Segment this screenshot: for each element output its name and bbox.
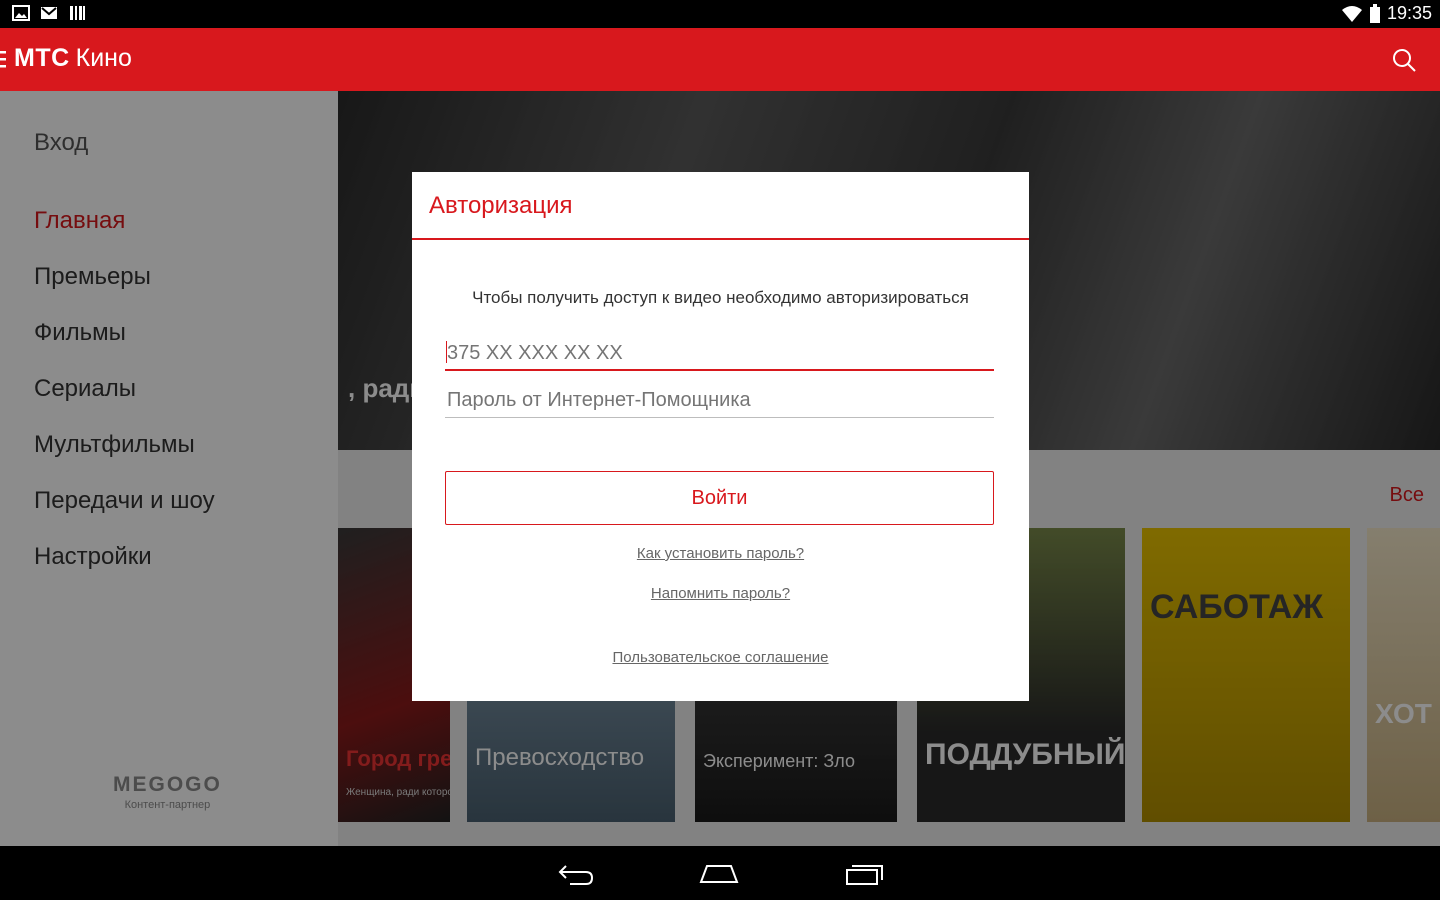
recents-icon[interactable] bbox=[845, 860, 885, 886]
brand-mts: МТС bbox=[14, 44, 70, 72]
phone-input[interactable] bbox=[445, 337, 994, 371]
app-screen: 19:35 МТСКино , ради Все Город грехов 2 … bbox=[0, 0, 1440, 900]
auth-dialog: Авторизация Чтобы получить доступ к виде… bbox=[412, 172, 1029, 701]
status-bar: 19:35 bbox=[0, 0, 1440, 28]
user-agreement-link[interactable]: Пользовательское соглашение bbox=[412, 649, 1029, 666]
battery-icon bbox=[1369, 3, 1380, 23]
wifi-icon bbox=[1341, 5, 1362, 22]
text-caret bbox=[446, 341, 447, 363]
remind-password-link[interactable]: Напомнить пароль? bbox=[412, 585, 1029, 602]
back-icon[interactable] bbox=[556, 860, 596, 886]
menu-icon[interactable] bbox=[0, 50, 6, 68]
image-icon bbox=[12, 5, 30, 21]
barcode-icon bbox=[70, 6, 85, 20]
login-button[interactable]: Войти bbox=[445, 471, 994, 525]
dialog-divider bbox=[412, 238, 1029, 240]
mail-icon bbox=[41, 7, 57, 19]
home-icon[interactable] bbox=[699, 860, 739, 886]
password-input[interactable] bbox=[445, 384, 994, 418]
status-time: 19:35 bbox=[1386, 3, 1432, 23]
app-bar: МТС Кино bbox=[0, 28, 1440, 91]
search-icon[interactable] bbox=[1392, 48, 1416, 72]
dialog-message: Чтобы получить доступ к видео необходимо… bbox=[472, 288, 969, 307]
dialog-title: Авторизация bbox=[429, 192, 573, 219]
app-logo: МТС Кино bbox=[14, 44, 132, 73]
system-nav-bar bbox=[0, 846, 1440, 900]
set-password-link[interactable]: Как установить пароль? bbox=[412, 545, 1029, 562]
brand-kino: Кино bbox=[75, 44, 132, 72]
